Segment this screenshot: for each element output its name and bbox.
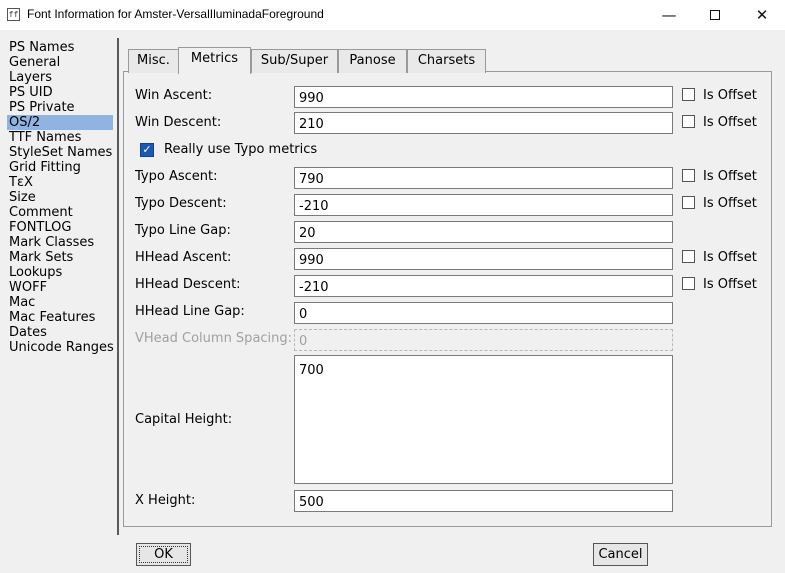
hhead-line-gap-input[interactable]: 0 xyxy=(294,302,673,324)
checkbox-icon xyxy=(682,277,695,290)
is-offset-label: Is Offset xyxy=(703,250,757,265)
cancel-button[interactable]: Cancel xyxy=(593,543,648,566)
category-list: PS Names General Layers PS UID PS Privat… xyxy=(7,40,114,355)
win-descent-input[interactable]: 210 xyxy=(294,112,673,134)
sidebar-item-ps-uid[interactable]: PS UID xyxy=(7,85,113,100)
win-descent-is-offset[interactable]: Is Offset xyxy=(682,115,757,131)
sidebar-item-lookups[interactable]: Lookups xyxy=(7,265,113,280)
hhead-descent-is-offset[interactable]: Is Offset xyxy=(682,277,757,293)
hhead-line-gap-label: HHead Line Gap: xyxy=(135,304,245,319)
typo-descent-label: Typo Descent: xyxy=(135,196,227,211)
checkbox-icon xyxy=(682,196,695,209)
sidebar-item-woff[interactable]: WOFF xyxy=(7,280,113,295)
vhead-column-spacing-input: 0 xyxy=(294,329,673,351)
typo-ascent-label: Typo Ascent: xyxy=(135,169,218,184)
checkbox-icon xyxy=(682,169,695,182)
sidebar-item-styleset-names[interactable]: StyleSet Names xyxy=(7,145,113,160)
hhead-ascent-is-offset[interactable]: Is Offset xyxy=(682,250,757,266)
win-ascent-label: Win Ascent: xyxy=(135,88,213,103)
sidebar-item-unicode-ranges[interactable]: Unicode Ranges xyxy=(7,340,114,355)
really-use-typo-checkbox[interactable]: ✓ xyxy=(140,143,154,157)
minimize-icon: — xyxy=(661,6,677,24)
tab-sub-super[interactable]: Sub/Super xyxy=(251,49,338,73)
close-icon: ✕ xyxy=(755,6,769,24)
typo-descent-is-offset[interactable]: Is Offset xyxy=(682,196,757,212)
tab-panose[interactable]: Panose xyxy=(338,49,407,73)
sidebar-item-mark-classes[interactable]: Mark Classes xyxy=(7,235,113,250)
is-offset-label: Is Offset xyxy=(703,88,757,103)
window-title: Font Information for Amster-VersalIlumin… xyxy=(27,7,324,21)
is-offset-label: Is Offset xyxy=(703,115,757,130)
sidebar-item-os2[interactable]: OS/2 xyxy=(7,115,113,130)
x-height-label: X Height: xyxy=(135,493,196,508)
maximize-icon xyxy=(710,10,720,20)
typo-ascent-is-offset[interactable]: Is Offset xyxy=(682,169,757,185)
ok-button[interactable]: OK xyxy=(136,543,191,566)
sidebar-item-ttf-names[interactable]: TTF Names xyxy=(7,130,113,145)
checkbox-icon xyxy=(682,88,695,101)
title-bar: ff Font Information for Amster-VersalIlu… xyxy=(0,0,785,30)
sidebar-item-dates[interactable]: Dates xyxy=(7,325,113,340)
checkbox-icon xyxy=(682,250,695,263)
hhead-descent-label: HHead Descent: xyxy=(135,277,241,292)
sidebar-item-fontlog[interactable]: FONTLOG xyxy=(7,220,113,235)
typo-descent-input[interactable]: -210 xyxy=(294,194,673,216)
typo-line-gap-label: Typo Line Gap: xyxy=(135,223,231,238)
hhead-ascent-input[interactable]: 990 xyxy=(294,248,673,270)
x-height-input[interactable]: 500 xyxy=(294,490,673,512)
sidebar-item-mac-features[interactable]: Mac Features xyxy=(7,310,113,325)
sidebar-item-mac[interactable]: Mac xyxy=(7,295,113,310)
is-offset-label: Is Offset xyxy=(703,277,757,292)
capital-height-input[interactable]: 700 xyxy=(294,355,673,484)
tab-misc[interactable]: Misc. xyxy=(128,49,179,73)
win-ascent-input[interactable]: 990 xyxy=(294,86,673,108)
really-use-typo-label: Really use Typo metrics xyxy=(164,142,318,157)
sidebar-item-general[interactable]: General xyxy=(7,55,113,70)
sidebar-item-tex[interactable]: TεX xyxy=(7,175,113,190)
sidebar-item-mark-sets[interactable]: Mark Sets xyxy=(7,250,113,265)
hhead-descent-input[interactable]: -210 xyxy=(294,275,673,297)
sidebar-item-grid-fitting[interactable]: Grid Fitting xyxy=(7,160,113,175)
vhead-column-spacing-label: VHead Column Spacing: xyxy=(135,331,293,346)
sidebar-item-size[interactable]: Size xyxy=(7,190,113,205)
tab-metrics[interactable]: Metrics xyxy=(178,47,251,74)
close-button[interactable]: ✕ xyxy=(739,0,785,30)
minimize-button[interactable]: — xyxy=(646,0,692,30)
sidebar-item-ps-private[interactable]: PS Private xyxy=(7,100,113,115)
sidebar-divider[interactable] xyxy=(117,38,119,535)
win-descent-label: Win Descent: xyxy=(135,115,222,130)
win-ascent-is-offset[interactable]: Is Offset xyxy=(682,88,757,104)
maximize-button[interactable] xyxy=(692,0,738,30)
sidebar-item-comment[interactable]: Comment xyxy=(7,205,113,220)
capital-height-label: Capital Height: xyxy=(135,412,233,427)
is-offset-label: Is Offset xyxy=(703,169,757,184)
app-icon: ff xyxy=(7,8,20,21)
is-offset-label: Is Offset xyxy=(703,196,757,211)
sidebar-item-ps-names[interactable]: PS Names xyxy=(7,40,113,55)
sidebar-item-layers[interactable]: Layers xyxy=(7,70,113,85)
hhead-ascent-label: HHead Ascent: xyxy=(135,250,232,265)
typo-ascent-input[interactable]: 790 xyxy=(294,167,673,189)
checkbox-icon xyxy=(682,115,695,128)
typo-line-gap-input[interactable]: 20 xyxy=(294,221,673,243)
tab-charsets[interactable]: Charsets xyxy=(407,49,486,73)
